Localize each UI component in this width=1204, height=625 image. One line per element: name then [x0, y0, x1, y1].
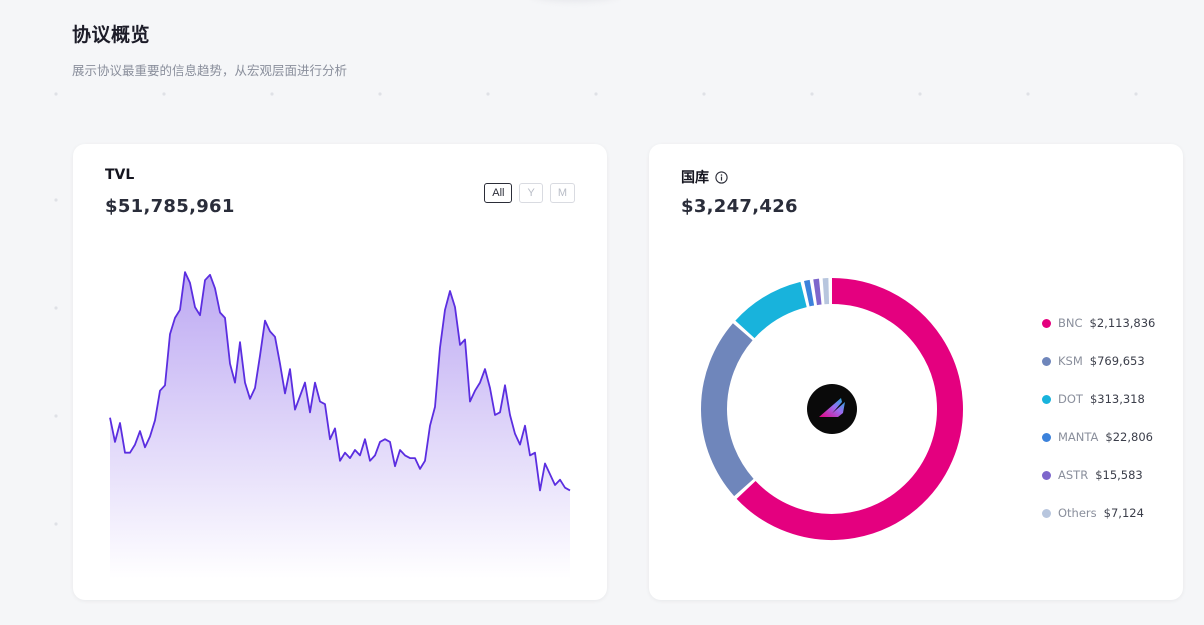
legend-item-dot[interactable]: DOT $313,318 — [1042, 380, 1155, 418]
background-dot — [594, 92, 598, 96]
legend-dot — [1042, 356, 1051, 366]
legend-item-manta[interactable]: MANTA $22,806 — [1042, 418, 1155, 456]
tvl-card: TVL $51,785,961 All Y M — [73, 144, 607, 600]
legend-item-bnc[interactable]: BNC $2,113,836 — [1042, 304, 1155, 342]
legend-name: MANTA — [1058, 430, 1099, 444]
legend-dot — [1042, 394, 1051, 404]
legend-item-others[interactable]: Others $7,124 — [1042, 494, 1155, 532]
background-dot — [54, 198, 58, 202]
treasury-title-text: 国库 — [681, 170, 709, 186]
legend-item-astr[interactable]: ASTR $15,583 — [1042, 456, 1155, 494]
background-dot — [486, 92, 490, 96]
tvl-title: TVL — [105, 167, 135, 183]
background-dot — [54, 414, 58, 418]
background-dot — [162, 92, 166, 96]
legend-value: $769,653 — [1089, 354, 1145, 368]
tvl-area-fill — [110, 272, 570, 579]
legend-value: $15,583 — [1095, 468, 1143, 482]
background-dot — [270, 92, 274, 96]
legend-dot — [1042, 432, 1051, 442]
treasury-card: 国库 $3,247,426 BNC $2,113,836 KSM $769,653 DO… — [649, 144, 1183, 600]
background-dot — [54, 92, 58, 96]
treasury-value: $3,247,426 — [681, 196, 798, 217]
legend-item-ksm[interactable]: KSM $769,653 — [1042, 342, 1155, 380]
tvl-area-chart[interactable] — [105, 259, 575, 579]
treasury-legend: BNC $2,113,836 KSM $769,653 DOT $313,318 MANTA… — [1042, 304, 1155, 532]
legend-name: ASTR — [1058, 468, 1089, 482]
legend-value: $7,124 — [1103, 506, 1144, 520]
background-dot — [918, 92, 922, 96]
treasury-title: 国库 — [681, 167, 728, 188]
legend-dot — [1042, 470, 1051, 480]
range-year-button[interactable]: Y — [519, 183, 543, 203]
legend-name: DOT — [1058, 392, 1083, 406]
legend-dot — [1042, 318, 1051, 328]
legend-name: KSM — [1058, 354, 1083, 368]
donut-slice-astr — [813, 278, 822, 306]
info-circle-icon[interactable] — [715, 171, 728, 188]
background-dot — [1026, 92, 1030, 96]
treasury-donut-chart[interactable] — [697, 274, 967, 544]
range-month-button[interactable]: M — [549, 183, 575, 203]
page-title: 协议概览 — [72, 24, 151, 46]
background-dot — [54, 306, 58, 310]
background-dot — [810, 92, 814, 96]
legend-name: Others — [1058, 506, 1097, 520]
legend-value: $313,318 — [1089, 392, 1145, 406]
donut-slice-ksm — [701, 323, 754, 497]
legend-name: BNC — [1058, 316, 1083, 330]
time-range-selector: All Y M — [484, 183, 575, 203]
background-dot — [54, 522, 58, 526]
background-dot — [702, 92, 706, 96]
legend-dot — [1042, 508, 1051, 518]
legend-value: $22,806 — [1105, 430, 1153, 444]
top-glow — [530, 0, 620, 2]
page-subtitle: 展示协议最重要的信息趋势，从宏观层面进行分析 — [72, 63, 348, 78]
donut-slice-dot — [735, 281, 808, 339]
legend-value: $2,113,836 — [1089, 316, 1156, 330]
background-dot — [1134, 92, 1138, 96]
background-dot — [378, 92, 382, 96]
tvl-value: $51,785,961 — [105, 196, 235, 217]
range-all-button[interactable]: All — [484, 183, 513, 203]
donut-slice-manta — [804, 279, 815, 307]
